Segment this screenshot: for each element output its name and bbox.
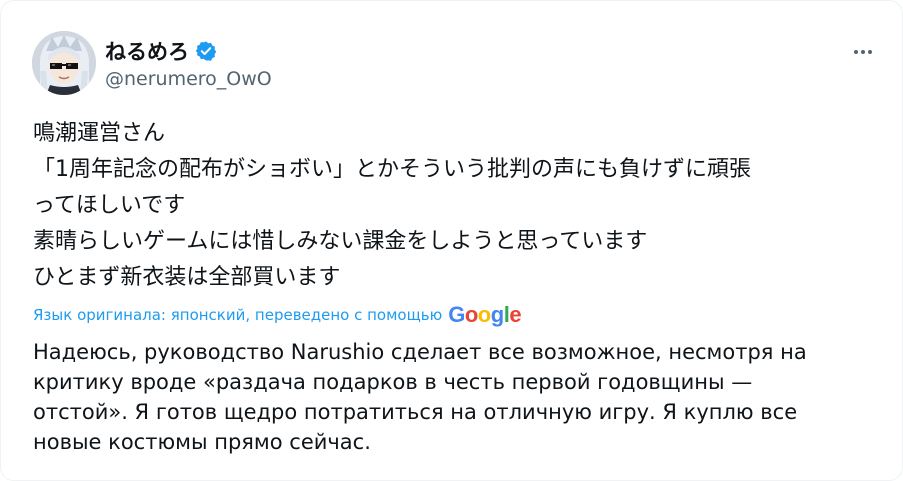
avatar[interactable] — [32, 31, 96, 95]
translation-note-link[interactable]: Язык оригинала: японский, переведено с п… — [33, 306, 442, 324]
tweet-text-line: 素晴らしいゲームには惜しみない課金をしようと思っています — [33, 229, 648, 254]
tweet-text-line: ひとまず新衣装は全部買います — [33, 265, 341, 290]
translated-text-line: новые костюмы прямо сейчас. — [33, 430, 371, 454]
translated-text-line: отстой». Я готов щедро потратиться на от… — [33, 400, 798, 424]
translated-text-line: критику вроде «раздача подарков в честь … — [33, 370, 753, 394]
more-horizontal-icon — [854, 50, 872, 54]
more-options-button[interactable] — [848, 37, 878, 67]
translation-note: Язык оригинала: японский, переведено с п… — [33, 302, 522, 328]
author-name-row: ねるめろ — [105, 36, 217, 66]
google-logo-letter: G — [448, 302, 465, 327]
avatar-image — [32, 31, 96, 95]
google-logo-letter: e — [509, 302, 522, 327]
tweet-text-line: 「1周年記念の配布がショボい」とかそういう批判の声にも負けずに頑張 — [33, 157, 751, 182]
google-logo[interactable]: Google — [448, 302, 521, 328]
author-handle[interactable]: @nerumero_OwO — [105, 68, 272, 90]
tweet-text-line: ってほしいです — [33, 193, 186, 218]
tweet-text-line: 鳴潮運営さん — [33, 121, 166, 146]
tweet-text: 鳴潮運営さん 「1周年記念の配布がショボい」とかそういう批判の声にも負けずに頑張… — [33, 116, 883, 296]
translated-text: Надеюсь, руководство Narushio сделает вс… — [33, 337, 883, 457]
author-display-name[interactable]: ねるめろ — [105, 36, 189, 66]
translated-text-line: Надеюсь, руководство Narushio сделает вс… — [33, 340, 807, 364]
google-logo-letter: g — [490, 302, 504, 327]
google-logo-letter: o — [477, 302, 491, 327]
google-logo-letter: o — [464, 302, 478, 327]
verified-badge-icon[interactable] — [195, 40, 217, 62]
tweet-card: ねるめろ @nerumero_OwO 鳴潮運営さん 「1周年記念の配布がショボい… — [0, 0, 903, 481]
